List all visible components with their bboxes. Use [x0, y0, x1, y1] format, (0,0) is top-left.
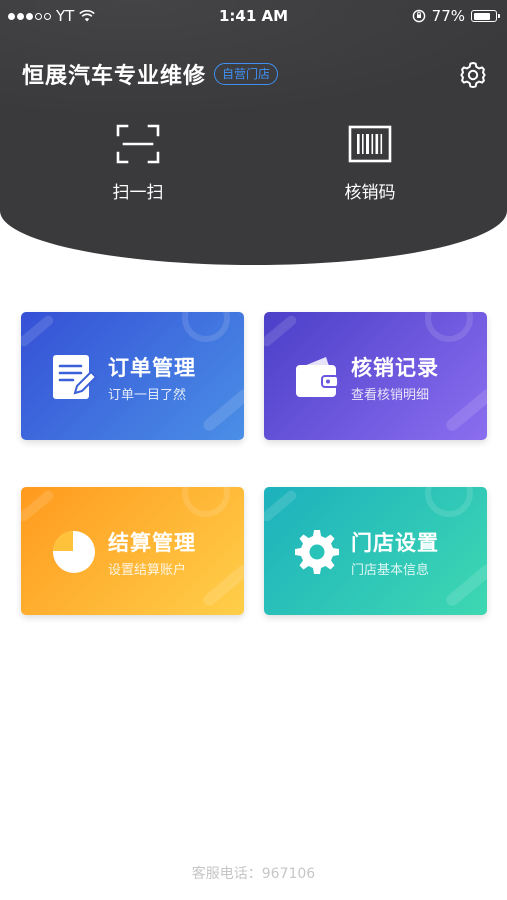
status-bar: YT 1:41 AM 77% [0, 0, 507, 32]
order-management-subtitle: 订单一目了然 [108, 388, 187, 403]
settlement-management-title: 结算管理 [108, 531, 196, 555]
pie-chart-icon [53, 531, 95, 573]
wallet-icon [296, 357, 339, 397]
verification-code-button[interactable]: 核销码 [310, 122, 430, 203]
customer-service-phone[interactable]: 客服电话：967106 [0, 863, 507, 883]
store-settings-gear-icon [295, 530, 339, 574]
order-management-title: 订单管理 [108, 356, 196, 380]
verification-records-title: 核销记录 [351, 356, 439, 380]
store-title-row: 恒展汽车专业维修 自营门店 [22, 58, 279, 90]
status-bar-right: 77% [412, 7, 500, 25]
notepad-icon [53, 355, 98, 399]
scan-label: 扫一扫 [112, 183, 164, 203]
order-management-card[interactable]: 订单管理 订单一目了然 [21, 312, 244, 440]
store-settings-subtitle: 门店基本信息 [351, 563, 430, 578]
battery-icon [471, 10, 500, 22]
barcode-icon [348, 125, 392, 163]
orientation-lock-icon [412, 9, 425, 23]
store-type-badge: 自营门店 [214, 63, 279, 85]
header-panel: YT 1:41 AM 77% 恒展汽车专业维修 自营门店 扫一扫 核销码 [0, 0, 507, 265]
scan-frame-icon [116, 124, 160, 164]
store-settings-title: 门店设置 [351, 531, 439, 555]
store-name: 恒展汽车专业维修 [22, 64, 207, 89]
verification-records-card[interactable]: 核销记录 查看核销明细 [264, 312, 487, 440]
settlement-management-subtitle: 设置结算账户 [108, 563, 187, 578]
verification-records-subtitle: 查看核销明细 [351, 388, 430, 403]
scan-button[interactable]: 扫一扫 [78, 122, 198, 203]
settlement-management-card[interactable]: 结算管理 设置结算账户 [21, 487, 244, 615]
verification-code-label: 核销码 [344, 183, 396, 203]
battery-percent: 77% [431, 7, 465, 25]
store-settings-card[interactable]: 门店设置 门店基本信息 [264, 487, 487, 615]
settings-gear-icon[interactable] [458, 60, 488, 90]
